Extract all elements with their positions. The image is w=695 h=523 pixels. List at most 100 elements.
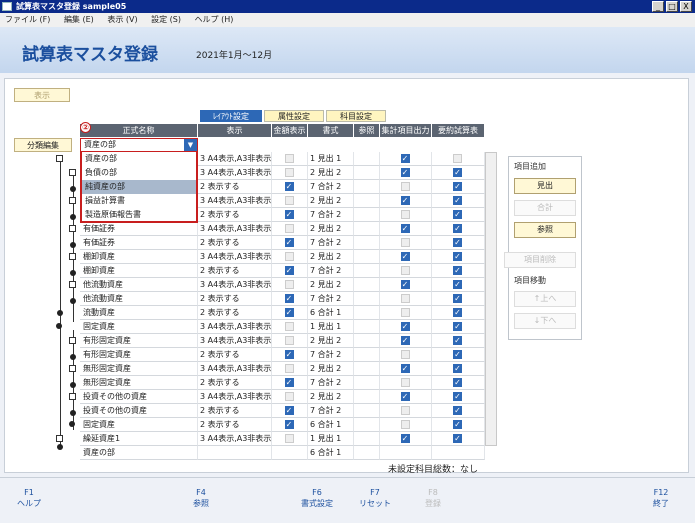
row-aggregate-cell[interactable] [380,306,432,320]
amount-checkbox[interactable]: ✓ [284,294,294,303]
tab-accounts[interactable]: 科目設定 [326,110,386,122]
row-amount-cell[interactable] [272,250,308,264]
row-display[interactable]: 2 表示する [198,180,272,194]
tab-layout[interactable]: ﾚｲｱｳﾄ設定 [200,110,262,122]
table-row[interactable]: 資産の部 6 合計 1 [80,446,485,460]
amount-checkbox[interactable] [284,224,294,233]
row-name[interactable]: 無形固定資産 [80,362,198,376]
fkey-f12[interactable]: F12 終了 [632,477,690,523]
summary-checkbox[interactable]: ✓ [453,336,462,345]
row-format[interactable]: 6 合計 1 [308,446,354,460]
tree-node-icon[interactable] [56,435,63,442]
aggregate-checkbox[interactable] [400,406,410,415]
row-aggregate-cell[interactable] [380,348,432,362]
row-reference-cell[interactable] [354,362,380,376]
menu-view[interactable]: 表示 (V) [107,15,137,24]
amount-checkbox[interactable]: ✓ [284,350,294,359]
row-amount-cell[interactable] [272,334,308,348]
row-reference-cell[interactable] [354,404,380,418]
row-reference-cell[interactable] [354,194,380,208]
chevron-down-icon[interactable]: ▼ [184,139,197,151]
tree-leaf-icon[interactable] [70,354,76,360]
row-display[interactable]: 2 表示する [198,404,272,418]
row-aggregate-cell[interactable]: ✓ [380,152,432,166]
aggregate-checkbox[interactable]: ✓ [400,154,410,163]
row-summary-cell[interactable]: ✓ [432,320,485,334]
row-name[interactable]: 有価証券 [80,222,198,236]
summary-checkbox[interactable]: ✓ [453,238,462,247]
tree-node-icon[interactable] [56,155,63,162]
fkey-f1[interactable]: F1 ヘルプ [0,477,58,523]
aggregate-checkbox[interactable] [400,238,410,247]
row-name[interactable]: 固定資産 [80,418,198,432]
row-format[interactable]: 2 見出 2 [308,278,354,292]
summary-checkbox[interactable]: ✓ [453,434,462,443]
tree-node-icon[interactable] [69,393,76,400]
row-display[interactable]: 2 表示する [198,208,272,222]
row-aggregate-cell[interactable]: ✓ [380,250,432,264]
row-display[interactable]: 3 A4表示,A3非表示 [198,320,272,334]
row-display[interactable]: 3 A4表示,A3非表示 [198,152,272,166]
row-aggregate-cell[interactable] [380,418,432,432]
row-format[interactable]: 7 合計 2 [308,376,354,390]
amount-checkbox[interactable] [284,336,294,345]
aggregate-checkbox[interactable] [400,210,410,219]
amount-checkbox[interactable]: ✓ [284,266,294,275]
row-format[interactable]: 1 見出 1 [308,432,354,446]
row-display[interactable]: 3 A4表示,A3非表示 [198,390,272,404]
display-button[interactable]: 表示 [14,88,70,102]
table-row[interactable]: 流動資産 2 表示する ✓ 6 合計 1 ✓ [80,306,485,320]
row-aggregate-cell[interactable]: ✓ [380,194,432,208]
row-display[interactable] [198,446,272,460]
table-row[interactable]: 他流動資産 3 A4表示,A3非表示 2 見出 2 ✓ ✓ [80,278,485,292]
row-name[interactable]: 棚卸資産 [80,250,198,264]
dropdown-option[interactable]: 純資産の部 [82,180,196,194]
aggregate-checkbox[interactable] [400,294,410,303]
tree-leaf-icon[interactable] [69,421,75,427]
row-reference-cell[interactable] [354,152,380,166]
amount-checkbox[interactable] [284,196,294,205]
aggregate-checkbox[interactable]: ✓ [400,224,410,233]
row-summary-cell[interactable]: ✓ [432,376,485,390]
row-display[interactable]: 2 表示する [198,306,272,320]
aggregate-checkbox[interactable]: ✓ [400,280,410,289]
amount-checkbox[interactable]: ✓ [284,378,294,387]
summary-checkbox[interactable]: ✓ [453,322,462,331]
amount-checkbox[interactable] [284,252,294,261]
amount-checkbox[interactable] [284,168,294,177]
tree-leaf-icon[interactable] [70,410,76,416]
row-amount-cell[interactable] [272,166,308,180]
row-format[interactable]: 7 合計 2 [308,264,354,278]
amount-checkbox[interactable] [284,322,294,331]
row-summary-cell[interactable]: ✓ [432,222,485,236]
tree-node-icon[interactable] [69,169,76,176]
add-total-button[interactable]: 合計 [514,200,576,216]
row-summary-cell[interactable]: ✓ [432,432,485,446]
row-amount-cell[interactable]: ✓ [272,264,308,278]
maximize-button[interactable]: □ [666,1,678,12]
row-display[interactable]: 2 表示する [198,236,272,250]
row-amount-cell[interactable]: ✓ [272,404,308,418]
aggregate-checkbox[interactable] [400,182,410,191]
tree-node-icon[interactable] [69,281,76,288]
row-reference-cell[interactable] [354,432,380,446]
row-name[interactable]: 固定資産 [80,320,198,334]
move-up-button[interactable]: ↑上へ [514,291,576,307]
tree-leaf-icon[interactable] [57,444,63,450]
row-aggregate-cell[interactable]: ✓ [380,334,432,348]
row-reference-cell[interactable] [354,418,380,432]
row-format[interactable]: 1 見出 1 [308,152,354,166]
row-summary-cell[interactable]: ✓ [432,348,485,362]
tree-node-icon[interactable] [69,337,76,344]
aggregate-checkbox[interactable]: ✓ [400,196,410,205]
section-dropdown-list[interactable]: 資産の部 負債の部 純資産の部 損益計算書 製造原価報告書 [80,152,198,223]
table-row[interactable]: 投資その他の資産 2 表示する ✓ 7 合計 2 ✓ [80,404,485,418]
row-aggregate-cell[interactable] [380,446,432,460]
amount-checkbox[interactable]: ✓ [284,420,294,429]
row-summary-cell[interactable]: ✓ [432,236,485,250]
row-display[interactable]: 3 A4表示,A3非表示 [198,250,272,264]
row-amount-cell[interactable]: ✓ [272,208,308,222]
row-summary-cell[interactable] [432,152,485,166]
amount-checkbox[interactable]: ✓ [284,238,294,247]
summary-checkbox[interactable]: ✓ [453,224,462,233]
